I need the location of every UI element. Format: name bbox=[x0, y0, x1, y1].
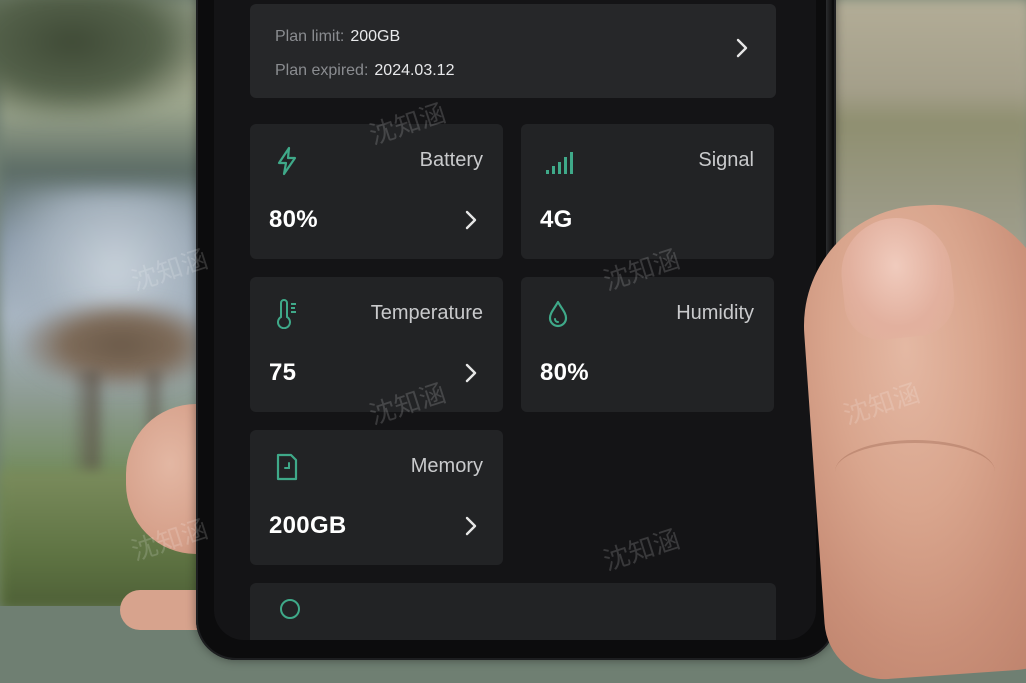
sd-card-icon bbox=[276, 453, 298, 481]
battery-value: 80% bbox=[269, 206, 318, 233]
chevron-right-icon[interactable] bbox=[465, 210, 477, 230]
battery-label: Battery bbox=[419, 149, 483, 171]
signal-value: 4G bbox=[540, 206, 573, 233]
humidity-label: Humidity bbox=[676, 302, 754, 324]
chevron-right-icon[interactable] bbox=[465, 363, 477, 383]
plan-limit-value: 200GB bbox=[350, 28, 401, 45]
plan-expired-label: Plan expired: bbox=[275, 62, 369, 79]
phone-screen: Plan limit: 200GB Plan expired: 2024.03.12… bbox=[214, 0, 816, 640]
temperature-tile[interactable]: Temperature 75 bbox=[250, 277, 503, 412]
memory-tile[interactable]: Memory 200GB bbox=[250, 430, 503, 565]
water-drop-icon bbox=[548, 300, 568, 328]
plan-limit-label: Plan limit: bbox=[275, 28, 345, 45]
plan-expired-value: 2024.03.12 bbox=[374, 62, 455, 79]
temperature-label: Temperature bbox=[370, 302, 483, 324]
memory-value: 200GB bbox=[269, 512, 347, 539]
battery-tile[interactable]: Battery 80% bbox=[250, 124, 503, 259]
chevron-right-icon[interactable] bbox=[736, 38, 748, 58]
next-card[interactable] bbox=[250, 583, 776, 640]
lightning-bolt-icon bbox=[277, 146, 297, 176]
memory-label: Memory bbox=[410, 455, 483, 477]
plan-limit-row: Plan limit: 200GB bbox=[275, 28, 400, 46]
plan-expired-row: Plan expired: 2024.03.12 bbox=[275, 62, 454, 80]
plan-card[interactable]: Plan limit: 200GB Plan expired: 2024.03.12 bbox=[250, 4, 776, 98]
humidity-value: 80% bbox=[540, 359, 589, 386]
chevron-right-icon[interactable] bbox=[465, 516, 477, 536]
thermometer-icon bbox=[277, 299, 296, 329]
thumb-crease bbox=[835, 440, 995, 503]
signal-label: Signal bbox=[698, 149, 754, 171]
signal-bars-icon bbox=[546, 152, 573, 174]
signal-tile[interactable]: Signal 4G bbox=[521, 124, 774, 259]
circle-icon bbox=[280, 599, 300, 619]
humidity-tile[interactable]: Humidity 80% bbox=[521, 277, 774, 412]
temperature-value: 75 bbox=[269, 359, 297, 386]
